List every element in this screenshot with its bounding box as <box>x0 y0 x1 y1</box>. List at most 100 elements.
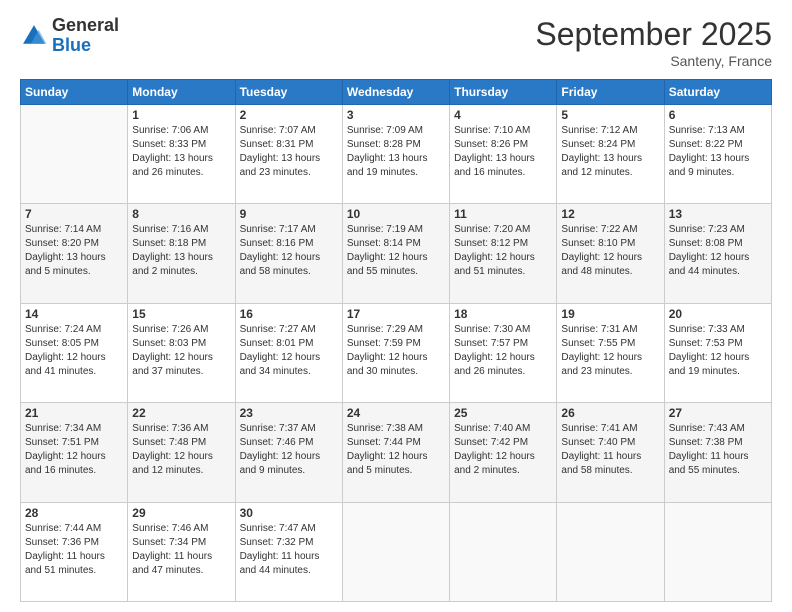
day-number: 1 <box>132 108 230 122</box>
day-info: Sunrise: 7:14 AM Sunset: 8:20 PM Dayligh… <box>25 223 123 279</box>
day-info: Sunrise: 7:44 AM Sunset: 7:36 PM Dayligh… <box>25 522 123 578</box>
calendar-cell: 15 Sunrise: 7:26 AM Sunset: 8:03 PM Dayli… <box>128 303 235 402</box>
day-info: Sunrise: 7:23 AM Sunset: 8:08 PM Dayligh… <box>669 223 767 279</box>
calendar-cell: 6 Sunrise: 7:13 AM Sunset: 8:22 PM Daylig… <box>664 105 771 204</box>
calendar-header-row: SundayMondayTuesdayWednesdayThursdayFrid… <box>21 80 772 105</box>
calendar-week-row: 1 Sunrise: 7:06 AM Sunset: 8:33 PM Daylig… <box>21 105 772 204</box>
calendar-week-row: 21Sunrise: 7:34 AM Sunset: 7:51 PM Dayli… <box>21 403 772 502</box>
calendar-cell: 27 Sunrise: 7:43 AM Sunset: 7:38 PM Dayli… <box>664 403 771 502</box>
calendar-cell: 23Sunrise: 7:37 AM Sunset: 7:46 PM Dayli… <box>235 403 342 502</box>
day-number: 29 <box>132 506 230 520</box>
day-info: Sunrise: 7:24 AM Sunset: 8:05 PM Dayligh… <box>25 323 123 379</box>
day-number: 10 <box>347 207 445 221</box>
day-number: 17 <box>347 307 445 321</box>
day-number: 8 <box>132 207 230 221</box>
day-info: Sunrise: 7:30 AM Sunset: 7:57 PM Dayligh… <box>454 323 552 379</box>
calendar-day-header: Monday <box>128 80 235 105</box>
day-number: 24 <box>347 406 445 420</box>
day-info: Sunrise: 7:13 AM Sunset: 8:22 PM Dayligh… <box>669 124 767 180</box>
day-info: Sunrise: 7:47 AM Sunset: 7:32 PM Dayligh… <box>240 522 338 578</box>
calendar-cell: 13 Sunrise: 7:23 AM Sunset: 8:08 PM Dayli… <box>664 204 771 303</box>
calendar-cell: 24Sunrise: 7:38 AM Sunset: 7:44 PM Dayli… <box>342 403 449 502</box>
logo: General Blue <box>20 16 119 56</box>
day-info: Sunrise: 7:29 AM Sunset: 7:59 PM Dayligh… <box>347 323 445 379</box>
day-info: Sunrise: 7:17 AM Sunset: 8:16 PM Dayligh… <box>240 223 338 279</box>
calendar-cell <box>342 502 449 601</box>
day-info: Sunrise: 7:46 AM Sunset: 7:34 PM Dayligh… <box>132 522 230 578</box>
day-info: Sunrise: 7:40 AM Sunset: 7:42 PM Dayligh… <box>454 422 552 478</box>
month-title: September 2025 <box>535 16 772 53</box>
day-info: Sunrise: 7:37 AM Sunset: 7:46 PM Dayligh… <box>240 422 338 478</box>
header: General Blue September 2025 Santeny, Fra… <box>20 16 772 69</box>
calendar-day-header: Wednesday <box>342 80 449 105</box>
calendar-day-header: Friday <box>557 80 664 105</box>
day-number: 30 <box>240 506 338 520</box>
day-info: Sunrise: 7:09 AM Sunset: 8:28 PM Dayligh… <box>347 124 445 180</box>
day-number: 21 <box>25 406 123 420</box>
logo-text: General Blue <box>52 16 119 56</box>
day-number: 2 <box>240 108 338 122</box>
calendar-cell: 5 Sunrise: 7:12 AM Sunset: 8:24 PM Daylig… <box>557 105 664 204</box>
calendar-cell: 14 Sunrise: 7:24 AM Sunset: 8:05 PM Dayli… <box>21 303 128 402</box>
logo-icon <box>20 22 48 50</box>
day-info: Sunrise: 7:07 AM Sunset: 8:31 PM Dayligh… <box>240 124 338 180</box>
calendar-week-row: 28Sunrise: 7:44 AM Sunset: 7:36 PM Dayli… <box>21 502 772 601</box>
day-info: Sunrise: 7:27 AM Sunset: 8:01 PM Dayligh… <box>240 323 338 379</box>
calendar-cell: 11Sunrise: 7:20 AM Sunset: 8:12 PM Dayli… <box>450 204 557 303</box>
calendar-cell: 21Sunrise: 7:34 AM Sunset: 7:51 PM Dayli… <box>21 403 128 502</box>
calendar-day-header: Tuesday <box>235 80 342 105</box>
day-info: Sunrise: 7:22 AM Sunset: 8:10 PM Dayligh… <box>561 223 659 279</box>
calendar-cell: 4 Sunrise: 7:10 AM Sunset: 8:26 PM Daylig… <box>450 105 557 204</box>
calendar-day-header: Sunday <box>21 80 128 105</box>
calendar-cell: 29 Sunrise: 7:46 AM Sunset: 7:34 PM Dayli… <box>128 502 235 601</box>
calendar-cell: 20Sunrise: 7:33 AM Sunset: 7:53 PM Dayli… <box>664 303 771 402</box>
calendar-cell <box>450 502 557 601</box>
title-block: September 2025 Santeny, France <box>535 16 772 69</box>
day-number: 20 <box>669 307 767 321</box>
calendar-cell <box>664 502 771 601</box>
calendar-cell: 22Sunrise: 7:36 AM Sunset: 7:48 PM Dayli… <box>128 403 235 502</box>
day-info: Sunrise: 7:41 AM Sunset: 7:40 PM Dayligh… <box>561 422 659 478</box>
day-info: Sunrise: 7:31 AM Sunset: 7:55 PM Dayligh… <box>561 323 659 379</box>
calendar-cell: 2 Sunrise: 7:07 AM Sunset: 8:31 PM Daylig… <box>235 105 342 204</box>
calendar-day-header: Thursday <box>450 80 557 105</box>
day-number: 26 <box>561 406 659 420</box>
day-info: Sunrise: 7:26 AM Sunset: 8:03 PM Dayligh… <box>132 323 230 379</box>
day-number: 5 <box>561 108 659 122</box>
day-number: 12 <box>561 207 659 221</box>
day-number: 16 <box>240 307 338 321</box>
day-number: 6 <box>669 108 767 122</box>
day-number: 13 <box>669 207 767 221</box>
calendar-cell: 17 Sunrise: 7:29 AM Sunset: 7:59 PM Dayli… <box>342 303 449 402</box>
day-info: Sunrise: 7:06 AM Sunset: 8:33 PM Dayligh… <box>132 124 230 180</box>
calendar-table: SundayMondayTuesdayWednesdayThursdayFrid… <box>20 79 772 602</box>
day-number: 14 <box>25 307 123 321</box>
day-number: 3 <box>347 108 445 122</box>
calendar-cell: 25 Sunrise: 7:40 AM Sunset: 7:42 PM Dayli… <box>450 403 557 502</box>
calendar-cell: 1 Sunrise: 7:06 AM Sunset: 8:33 PM Daylig… <box>128 105 235 204</box>
day-info: Sunrise: 7:10 AM Sunset: 8:26 PM Dayligh… <box>454 124 552 180</box>
day-number: 25 <box>454 406 552 420</box>
day-number: 18 <box>454 307 552 321</box>
day-info: Sunrise: 7:12 AM Sunset: 8:24 PM Dayligh… <box>561 124 659 180</box>
day-info: Sunrise: 7:43 AM Sunset: 7:38 PM Dayligh… <box>669 422 767 478</box>
day-number: 9 <box>240 207 338 221</box>
calendar-cell: 26 Sunrise: 7:41 AM Sunset: 7:40 PM Dayli… <box>557 403 664 502</box>
day-number: 7 <box>25 207 123 221</box>
calendar-cell: 18 Sunrise: 7:30 AM Sunset: 7:57 PM Dayli… <box>450 303 557 402</box>
day-number: 22 <box>132 406 230 420</box>
calendar-week-row: 7 Sunrise: 7:14 AM Sunset: 8:20 PM Daylig… <box>21 204 772 303</box>
calendar-cell <box>21 105 128 204</box>
day-number: 11 <box>454 207 552 221</box>
day-number: 4 <box>454 108 552 122</box>
calendar-cell: 30 Sunrise: 7:47 AM Sunset: 7:32 PM Dayli… <box>235 502 342 601</box>
calendar-week-row: 14 Sunrise: 7:24 AM Sunset: 8:05 PM Dayli… <box>21 303 772 402</box>
calendar-cell: 16 Sunrise: 7:27 AM Sunset: 8:01 PM Dayli… <box>235 303 342 402</box>
calendar-cell: 19Sunrise: 7:31 AM Sunset: 7:55 PM Dayli… <box>557 303 664 402</box>
calendar-day-header: Saturday <box>664 80 771 105</box>
calendar-cell: 12 Sunrise: 7:22 AM Sunset: 8:10 PM Dayli… <box>557 204 664 303</box>
day-number: 15 <box>132 307 230 321</box>
calendar-cell: 7 Sunrise: 7:14 AM Sunset: 8:20 PM Daylig… <box>21 204 128 303</box>
day-number: 27 <box>669 406 767 420</box>
calendar-cell: 10Sunrise: 7:19 AM Sunset: 8:14 PM Dayli… <box>342 204 449 303</box>
